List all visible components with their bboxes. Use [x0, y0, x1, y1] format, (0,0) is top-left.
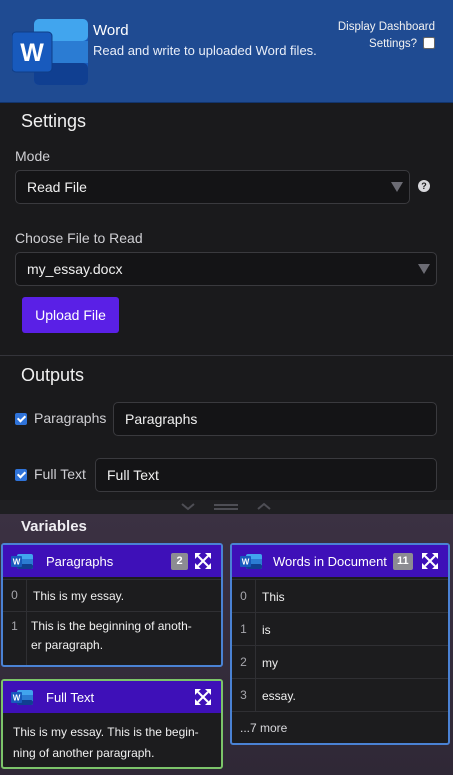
word-icon: W: [240, 554, 262, 569]
paragraphs-output-checkbox[interactable]: [15, 413, 27, 425]
app-description: Read and write to uploaded Word files.: [93, 43, 317, 58]
app-title: Word: [93, 22, 129, 39]
more-rows-row: ...7 more: [232, 711, 448, 743]
row-index: 0: [3, 580, 27, 611]
word-icon: W: [11, 690, 33, 705]
table-row: 1 is: [232, 612, 448, 645]
row-index: 3: [232, 679, 256, 711]
row-index: 2: [232, 646, 256, 678]
dashboard-settings-toggle[interactable]: Display Dashboard Settings?: [338, 19, 435, 53]
app-header: W Word Read and write to uploaded Word f…: [0, 0, 453, 103]
chevron-down-icon: [391, 182, 403, 192]
file-select-value: my_essay.docx: [27, 261, 123, 277]
table-row: 2 my: [232, 645, 448, 678]
dashboard-label-line2: Settings?: [369, 38, 417, 50]
section-divider: [0, 355, 453, 356]
row-index: 0: [232, 580, 256, 612]
panel-resize-handle[interactable]: [0, 500, 453, 514]
row-value-line1: This is the beginning of anoth-: [31, 619, 192, 633]
table-row: 3 essay.: [232, 678, 448, 711]
table-row: 0 This: [232, 579, 448, 612]
svg-text:W: W: [13, 694, 21, 703]
card-header: W Words in Document 11: [232, 545, 448, 577]
expand-icon[interactable]: [195, 553, 211, 569]
full-text-value: This is my essay. This is the begin- nin…: [13, 722, 218, 764]
card-title: Paragraphs: [46, 554, 114, 569]
resize-handle-icon: [181, 502, 271, 511]
expand-icon[interactable]: [422, 553, 438, 569]
row-value: This: [262, 590, 285, 604]
card-title: Full Text: [46, 690, 95, 705]
svg-text:W: W: [242, 558, 250, 567]
full-text-line2: ning of another paragraph.: [13, 746, 155, 760]
expand-icon[interactable]: [195, 689, 211, 705]
upload-file-button[interactable]: Upload File: [22, 297, 119, 333]
help-icon[interactable]: ?: [418, 180, 430, 192]
card-header: W Full Text: [3, 681, 221, 713]
count-badge: 11: [393, 553, 413, 570]
words-variable-card[interactable]: W Words in Document 11 0 This 1 is 2 my …: [230, 543, 450, 745]
outputs-title: Outputs: [21, 365, 85, 385]
mode-select[interactable]: Read File: [15, 170, 410, 204]
paragraphs-variable-card[interactable]: W Paragraphs 2 0 This is my essay. 1 Thi…: [1, 543, 223, 667]
dashboard-checkbox[interactable]: [423, 37, 435, 49]
table-row: 0 This is my essay.: [3, 579, 221, 611]
full-text-output-checkbox[interactable]: [15, 469, 27, 481]
row-index: 1: [3, 612, 27, 665]
file-label: Choose File to Read: [15, 230, 143, 246]
word-logo-icon: W: [12, 19, 88, 85]
word-icon: W: [11, 554, 33, 569]
card-header: W Paragraphs 2: [3, 545, 221, 577]
full-text-output-field[interactable]: Full Text: [95, 458, 437, 492]
row-index: 1: [232, 613, 256, 645]
row-value-line2: er paragraph.: [31, 638, 104, 652]
row-value: my: [262, 656, 278, 670]
full-text-variable-card[interactable]: W Full Text This is my essay. This is th…: [1, 679, 223, 769]
svg-text:W: W: [13, 558, 21, 567]
more-rows-link[interactable]: ...7 more: [240, 721, 287, 735]
variables-title: Variables: [21, 518, 87, 535]
mode-select-value: Read File: [27, 179, 87, 195]
row-value: is: [262, 623, 271, 637]
full-text-output-label: Full Text: [34, 466, 86, 482]
paragraphs-output-field[interactable]: Paragraphs: [113, 402, 437, 436]
settings-title: Settings: [21, 111, 87, 131]
table-row: 1 This is the beginning of anoth- er par…: [3, 611, 221, 665]
chevron-down-icon: [418, 264, 430, 274]
mode-label: Mode: [15, 148, 51, 164]
file-select[interactable]: my_essay.docx: [15, 252, 437, 286]
paragraphs-output-label: Paragraphs: [34, 410, 107, 426]
card-title: Words in Document: [273, 554, 387, 569]
count-badge: 2: [171, 553, 188, 570]
dashboard-label-line1: Display Dashboard: [337, 21, 435, 33]
row-value: This is my essay.: [33, 589, 125, 603]
svg-text:W: W: [20, 39, 44, 67]
full-text-line1: This is my essay. This is the begin-: [13, 725, 199, 739]
row-value: essay.: [262, 689, 296, 703]
